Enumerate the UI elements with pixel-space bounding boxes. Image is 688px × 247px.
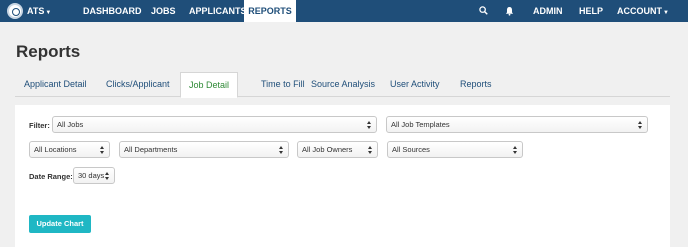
nav-applicants[interactable]: APPLICANTS [189, 0, 247, 22]
caret-down-icon: ▼ [663, 10, 669, 16]
bell-icon[interactable] [505, 6, 514, 16]
date-range-select[interactable]: 30 days [73, 167, 115, 184]
update-chart-button[interactable]: Update Chart [29, 215, 91, 233]
date-range-select-value: 30 days [78, 171, 105, 180]
select-arrows-icon [638, 121, 643, 129]
job-owners-select[interactable]: All Job Owners [297, 141, 378, 158]
departments-select-value: All Departments [124, 145, 178, 154]
select-arrows-icon [367, 121, 372, 129]
nav-reports-label: REPORTS [248, 6, 292, 16]
select-arrows-icon [513, 146, 518, 154]
tab-applicant-detail[interactable]: Applicant Detail [24, 72, 87, 97]
sources-select[interactable]: All Sources [387, 141, 523, 158]
tab-job-detail[interactable]: Job Detail [180, 72, 239, 98]
departments-select[interactable]: All Departments [119, 141, 289, 158]
nav-jobs[interactable]: JOBS [151, 0, 176, 22]
brand-menu[interactable]: ATS▼ [27, 0, 51, 22]
logo-icon[interactable] [7, 3, 23, 19]
nav-account[interactable]: ACCOUNT▼ [617, 0, 669, 22]
sources-select-value: All Sources [392, 145, 430, 154]
tab-source-analysis[interactable]: Source Analysis [311, 72, 375, 97]
nav-admin[interactable]: ADMIN [533, 0, 563, 22]
locations-select[interactable]: All Locations [29, 141, 110, 158]
nav-dashboard[interactable]: DASHBOARD [83, 0, 142, 22]
account-label: ACCOUNT [617, 6, 662, 16]
select-arrows-icon [368, 146, 373, 154]
brand-label: ATS [27, 6, 45, 16]
nav-reports[interactable]: REPORTS [244, 0, 296, 22]
tab-clicks-applicant[interactable]: Clicks/Applicant [106, 72, 170, 97]
jobs-select-value: All Jobs [57, 120, 84, 129]
select-arrows-icon [105, 172, 110, 180]
tab-time-to-fill[interactable]: Time to Fill [261, 72, 305, 97]
report-tabs: Applicant Detail Clicks/Applicant Job De… [15, 72, 670, 98]
locations-select-value: All Locations [34, 145, 77, 154]
tab-reports[interactable]: Reports [460, 72, 492, 97]
select-arrows-icon [279, 146, 284, 154]
filter-label: Filter: [29, 121, 50, 130]
top-navigation-bar: ATS▼ DASHBOARD JOBS APPLICANTS REPORTS A… [0, 0, 688, 22]
jobs-select[interactable]: All Jobs [52, 116, 377, 133]
page-title: Reports [16, 42, 81, 61]
nav-help[interactable]: HELP [579, 0, 603, 22]
search-icon[interactable] [479, 6, 488, 15]
select-arrows-icon [100, 146, 105, 154]
tab-user-activity[interactable]: User Activity [390, 72, 440, 97]
date-range-label: Date Range: [29, 172, 73, 181]
job-templates-select-value: All Job Templates [391, 120, 450, 129]
job-owners-select-value: All Job Owners [302, 145, 353, 154]
job-templates-select[interactable]: All Job Templates [386, 116, 648, 133]
caret-down-icon: ▼ [45, 10, 52, 16]
